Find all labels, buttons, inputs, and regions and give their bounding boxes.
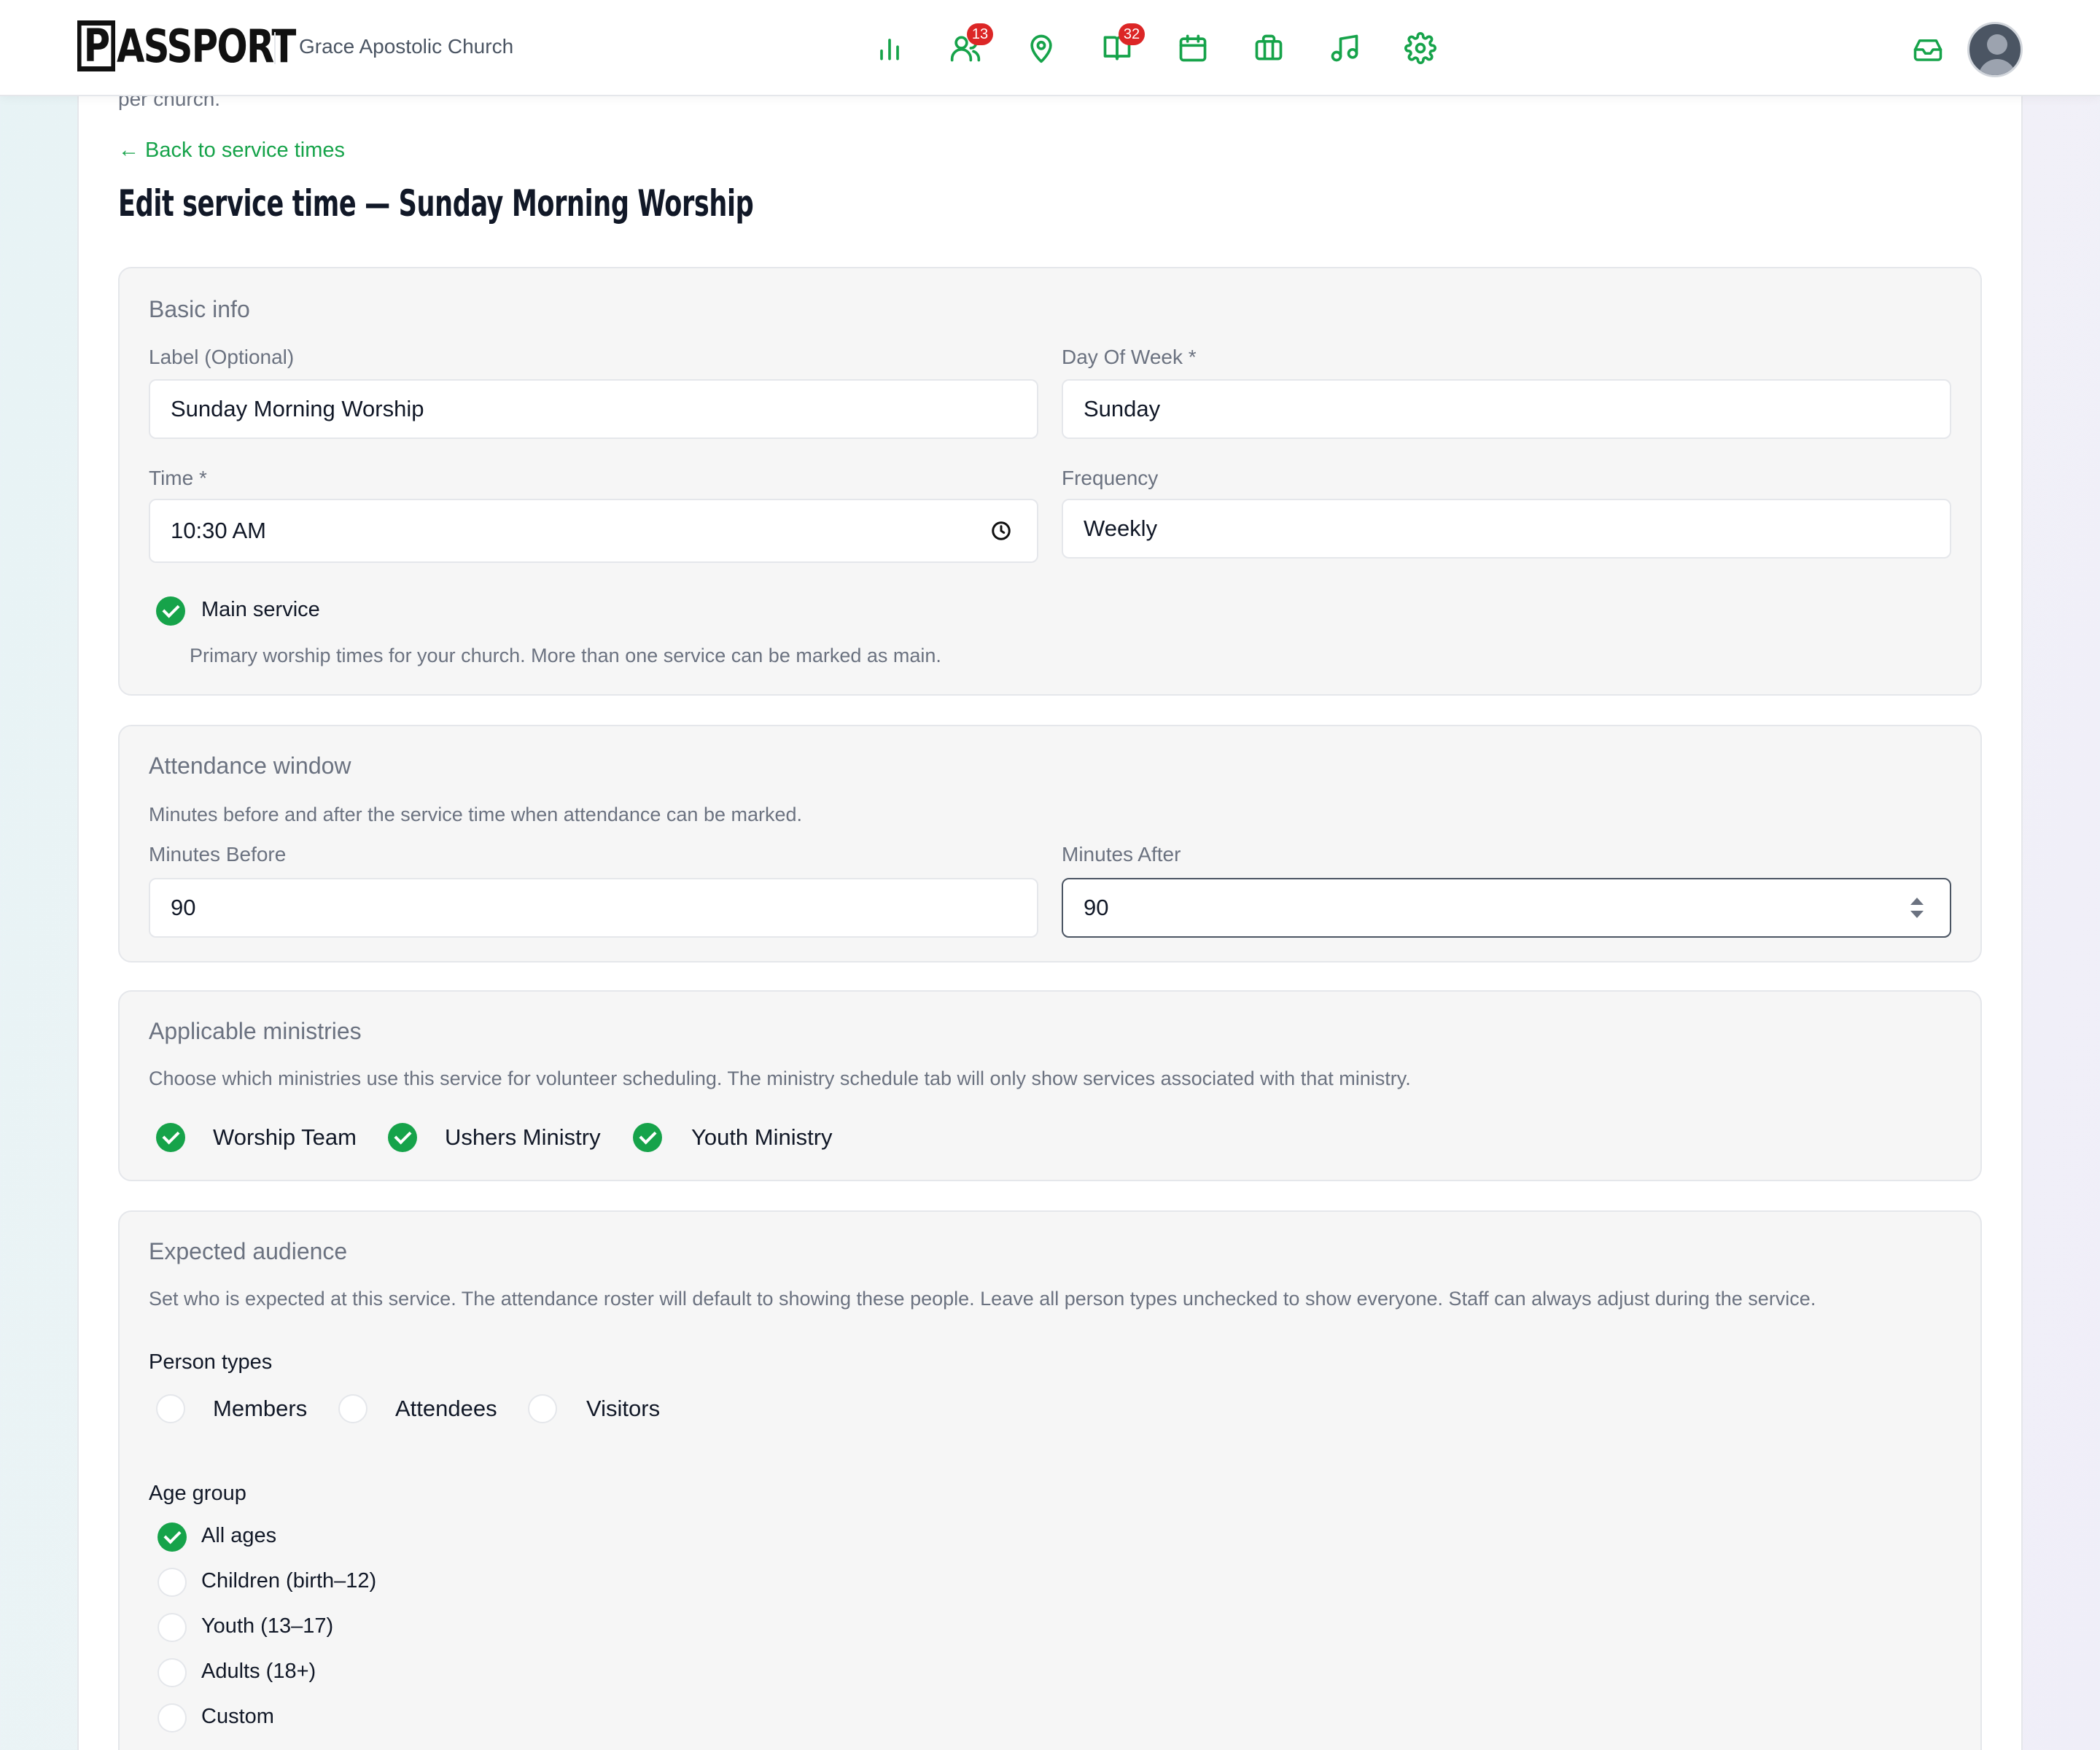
nav-bible[interactable]: 32 — [1095, 23, 1145, 70]
attendance-window-desc: Minutes before and after the service tim… — [149, 804, 803, 825]
person-type-label-visitors: Visitors — [586, 1396, 661, 1421]
user-avatar[interactable] — [1967, 22, 2023, 77]
ministry-label-worship-team: Worship Team — [213, 1124, 357, 1150]
people-badge: 13 — [967, 23, 993, 45]
inbox-icon — [1913, 39, 1942, 61]
label-input-value: Sunday Morning Worship — [171, 396, 424, 421]
main-service-help: Primary worship times for your church. M… — [190, 645, 941, 666]
inbox-button[interactable] — [1909, 31, 1947, 69]
age-group-radio-children[interactable] — [158, 1568, 187, 1597]
age-group-label-youth: Youth (13–17) — [201, 1614, 334, 1638]
ministry-label-youth: Youth Ministry — [691, 1124, 833, 1150]
nav-locations[interactable] — [1019, 26, 1063, 70]
church-name: Grace Apostolic Church — [299, 35, 514, 58]
expected-audience-desc: Set who is expected at this service. The… — [149, 1288, 1816, 1310]
nav-ministries[interactable] — [1247, 26, 1291, 70]
clock-icon[interactable] — [990, 520, 1012, 542]
time-field-label: Time * — [149, 467, 207, 489]
avatar-body — [1978, 59, 2016, 75]
minutes-before-label: Minutes Before — [149, 843, 287, 866]
minutes-after-input[interactable]: 90 — [1062, 878, 1951, 938]
day-of-week-label: Day Of Week * — [1062, 346, 1197, 368]
main-service-label: Main service — [201, 598, 320, 621]
day-of-week-value: Sunday — [1084, 396, 1161, 421]
ministry-label-ushers: Ushers Ministry — [445, 1124, 601, 1150]
person-type-checkbox-members[interactable] — [156, 1394, 185, 1423]
nav-people[interactable]: 13 — [944, 23, 993, 70]
avatar-head — [1987, 34, 2007, 55]
bar-chart-icon — [880, 39, 899, 61]
minutes-after-label: Minutes After — [1062, 843, 1181, 866]
frequency-label: Frequency — [1062, 467, 1159, 489]
person-type-label-members: Members — [213, 1396, 308, 1421]
music-icon — [1331, 34, 1358, 62]
top-navigation-bar: P ASSPORT Grace Apostolic Church 13 32 — [0, 0, 2100, 96]
applicable-ministries-title: Applicable ministries — [149, 1018, 362, 1044]
age-group-heading: Age group — [149, 1482, 246, 1505]
frequency-value: Weekly — [1084, 516, 1158, 541]
back-to-service-times-link[interactable]: ← Back to service times — [118, 139, 345, 163]
applicable-ministries-desc: Choose which ministries use this service… — [149, 1068, 1411, 1089]
ministry-checkbox-youth[interactable] — [633, 1123, 662, 1152]
header-divider — [274, 32, 276, 64]
label-field-label: Label (Optional) — [149, 346, 295, 368]
age-group-label-all: All ages — [201, 1524, 277, 1547]
minutes-after-value: 90 — [1084, 895, 1109, 920]
ministry-checkbox-ushers[interactable] — [388, 1123, 417, 1152]
expected-audience-card: Expected audience Set who is expected at… — [118, 1210, 1982, 1750]
time-input-value: 10:30 AM — [171, 518, 266, 543]
expected-audience-title: Expected audience — [149, 1238, 348, 1264]
nav-reports[interactable] — [868, 26, 911, 70]
age-group-label-adults: Adults (18+) — [201, 1660, 316, 1683]
applicable-ministries-card: Applicable ministries Choose which minis… — [118, 990, 1982, 1181]
age-group-radio-youth[interactable] — [158, 1613, 187, 1642]
map-pin-icon — [1030, 34, 1052, 63]
person-types-heading: Person types — [149, 1350, 273, 1374]
age-group-radio-custom[interactable] — [158, 1703, 187, 1732]
minutes-before-value: 90 — [171, 895, 196, 920]
age-group-label-custom: Custom — [201, 1705, 274, 1728]
bible-badge: 32 — [1119, 23, 1145, 45]
minutes-before-input[interactable]: 90 — [149, 878, 1038, 938]
nav-settings[interactable] — [1399, 26, 1442, 70]
passport-logo[interactable]: P ASSPORT — [77, 19, 296, 73]
nav-calendar[interactable] — [1171, 26, 1215, 70]
person-type-label-attendees: Attendees — [395, 1396, 497, 1421]
gear-icon — [1404, 32, 1436, 64]
age-group-label-children: Children (birth–12) — [201, 1569, 377, 1592]
logo-text: ASSPORT — [116, 19, 296, 73]
frequency-select[interactable]: Weekly — [1062, 499, 1951, 559]
person-type-checkbox-attendees[interactable] — [338, 1394, 368, 1423]
briefcase-icon — [1255, 34, 1283, 61]
page-title: Edit service time — Sunday Morning Worsh… — [118, 182, 754, 225]
basic-info-title: Basic info — [149, 296, 250, 322]
attendance-window-card: Attendance window Minutes before and aft… — [118, 725, 1982, 962]
age-group-radio-all[interactable] — [158, 1522, 187, 1552]
main-service-checkbox[interactable] — [156, 596, 185, 626]
person-type-checkbox-visitors[interactable] — [528, 1394, 557, 1423]
basic-info-card: Basic info Label (Optional) Sunday Morni… — [118, 267, 1982, 696]
main-nav: 13 32 — [868, 23, 1442, 70]
ministry-checkbox-worship-team[interactable] — [156, 1123, 185, 1152]
age-group-radio-adults[interactable] — [158, 1658, 187, 1687]
label-input[interactable]: Sunday Morning Worship — [149, 379, 1038, 439]
nav-music[interactable] — [1323, 26, 1366, 70]
day-of-week-select[interactable]: Sunday — [1062, 379, 1951, 439]
number-stepper-icon[interactable] — [1909, 895, 1925, 920]
attendance-window-title: Attendance window — [149, 752, 351, 779]
logo-p-letter: P — [77, 20, 116, 71]
time-input[interactable]: 10:30 AM — [149, 499, 1038, 563]
calendar-icon — [1179, 34, 1207, 62]
